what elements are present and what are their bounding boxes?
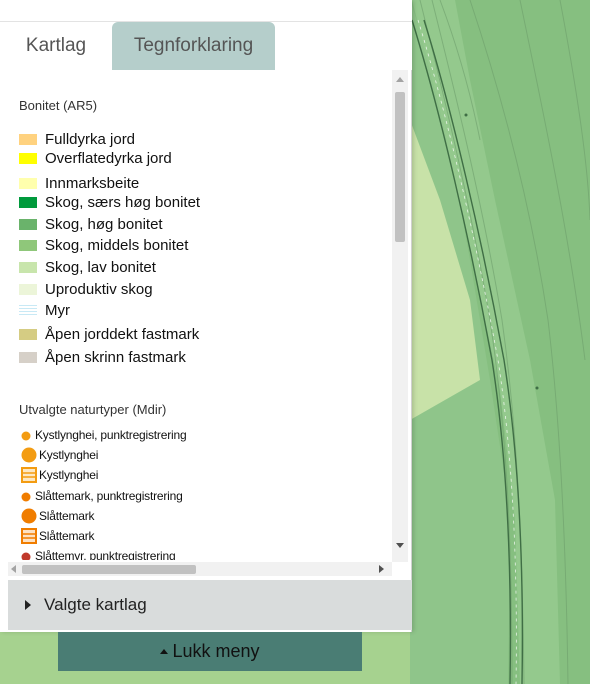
legend-swatch — [19, 352, 37, 363]
myr-swatch — [19, 305, 37, 316]
legend-label: Åpen skrinn fastmark — [45, 349, 186, 366]
naturtype-label: Kystlynghei — [39, 448, 99, 462]
naturtype-label: Kystlynghei — [39, 468, 99, 482]
naturtype-item: Slåttemark — [21, 507, 95, 525]
caret-right-icon — [25, 600, 31, 610]
scroll-right-arrow-icon[interactable] — [379, 565, 384, 573]
legend-label: Skog, særs høg bonitet — [45, 194, 201, 211]
area-dot-icon — [21, 508, 37, 524]
legend-swatch — [19, 153, 37, 164]
caret-up-icon — [160, 649, 169, 654]
legend-item: Myr — [19, 302, 70, 319]
legend-item: Innmarksbeite — [19, 175, 139, 192]
naturtype-item: Kystlynghei, punktregistrering — [21, 428, 187, 442]
scroll-down-arrow-icon[interactable] — [396, 543, 404, 548]
legend-label: Uproduktiv skog — [45, 281, 153, 298]
legend-swatch — [19, 240, 37, 251]
legend-item: Fulldyrka jord — [19, 131, 135, 148]
polygon-icon — [21, 528, 37, 544]
tab-bar: Kartlag Tegnforklaring — [0, 22, 412, 70]
naturtype-label: Slåttemark, punktregistrering — [35, 489, 183, 503]
naturtype-label: Slåttemyr, punktregistrering — [35, 549, 176, 560]
naturtype-item: Slåttemark, punktregistrering — [21, 489, 183, 503]
legend-label: Overflatedyrka jord — [45, 150, 172, 167]
legend-label: Åpen jorddekt fastmark — [45, 326, 200, 343]
legend-item: Skog, middels bonitet — [19, 237, 188, 254]
legend-swatch — [19, 329, 37, 340]
naturtype-label: Slåttemark — [39, 509, 95, 523]
area-dot-icon — [21, 447, 37, 463]
naturtype-item: Kystlynghei — [21, 446, 98, 464]
legend-swatch — [19, 197, 37, 208]
naturtype-item: Slåttemyr, punktregistrering — [21, 549, 176, 560]
naturtype-label: Slåttemark — [39, 529, 95, 543]
legend-swatch — [19, 134, 37, 145]
tab-kartlag[interactable]: Kartlag — [0, 22, 112, 70]
horizontal-scroll-thumb[interactable] — [22, 565, 196, 574]
legend-swatch — [19, 219, 37, 230]
legend-item: Åpen skrinn fastmark — [19, 349, 186, 366]
legend-item: Skog, høg bonitet — [19, 216, 163, 233]
legend-content: Bonitet (AR5) Fulldyrka jord Overflatedy… — [0, 70, 412, 570]
naturtype-item: Slåttemark — [21, 527, 95, 545]
scroll-left-arrow-icon[interactable] — [11, 565, 16, 573]
naturtyper-section-title: Utvalgte naturtyper (Mdir) — [19, 402, 167, 417]
vertical-scrollbar[interactable] — [392, 70, 408, 562]
legend-item: Overflatedyrka jord — [19, 150, 172, 167]
legend-item: Skog, lav bonitet — [19, 259, 156, 276]
legend-label: Myr — [45, 302, 70, 319]
legend-label: Innmarksbeite — [45, 175, 140, 192]
naturtype-label: Kystlynghei, punktregistrering — [35, 428, 187, 442]
legend-scroll-view[interactable]: Bonitet (AR5) Fulldyrka jord Overflatedy… — [8, 70, 384, 560]
vertical-scroll-thumb[interactable] — [395, 92, 405, 242]
point-dot-icon — [21, 552, 31, 560]
valgte-kartlag-label: Valgte kartlag — [44, 595, 147, 614]
legend-item: Skog, særs høg bonitet — [19, 194, 200, 211]
naturtype-item: Kystlynghei — [21, 466, 98, 484]
lukk-meny-label: Lukk meny — [172, 641, 260, 661]
legend-swatch — [19, 178, 37, 189]
bonitet-section-title: Bonitet (AR5) — [19, 98, 98, 113]
polygon-icon — [21, 467, 37, 483]
legend-item: Åpen jorddekt fastmark — [19, 326, 199, 343]
legend-label: Fulldyrka jord — [45, 131, 136, 148]
lukk-meny-button[interactable]: Lukk meny — [58, 632, 362, 671]
side-panel: Kartlag Tegnforklaring Bonitet (AR5) Ful… — [0, 0, 412, 632]
panel-header-strip — [0, 0, 412, 22]
legend-label: Skog, lav bonitet — [45, 259, 156, 276]
legend-label: Skog, høg bonitet — [45, 216, 163, 233]
scroll-up-arrow-icon[interactable] — [396, 77, 404, 82]
horizontal-scrollbar[interactable] — [8, 562, 392, 576]
legend-swatch — [19, 262, 37, 273]
legend-item: Uproduktiv skog — [19, 281, 153, 298]
legend-swatch — [19, 284, 37, 295]
tab-tegnforklaring[interactable]: Tegnforklaring — [112, 22, 275, 70]
point-dot-icon — [21, 492, 31, 502]
valgte-kartlag-toggle[interactable]: Valgte kartlag — [8, 580, 412, 630]
legend-label: Skog, middels bonitet — [45, 237, 189, 254]
point-dot-icon — [21, 431, 31, 441]
